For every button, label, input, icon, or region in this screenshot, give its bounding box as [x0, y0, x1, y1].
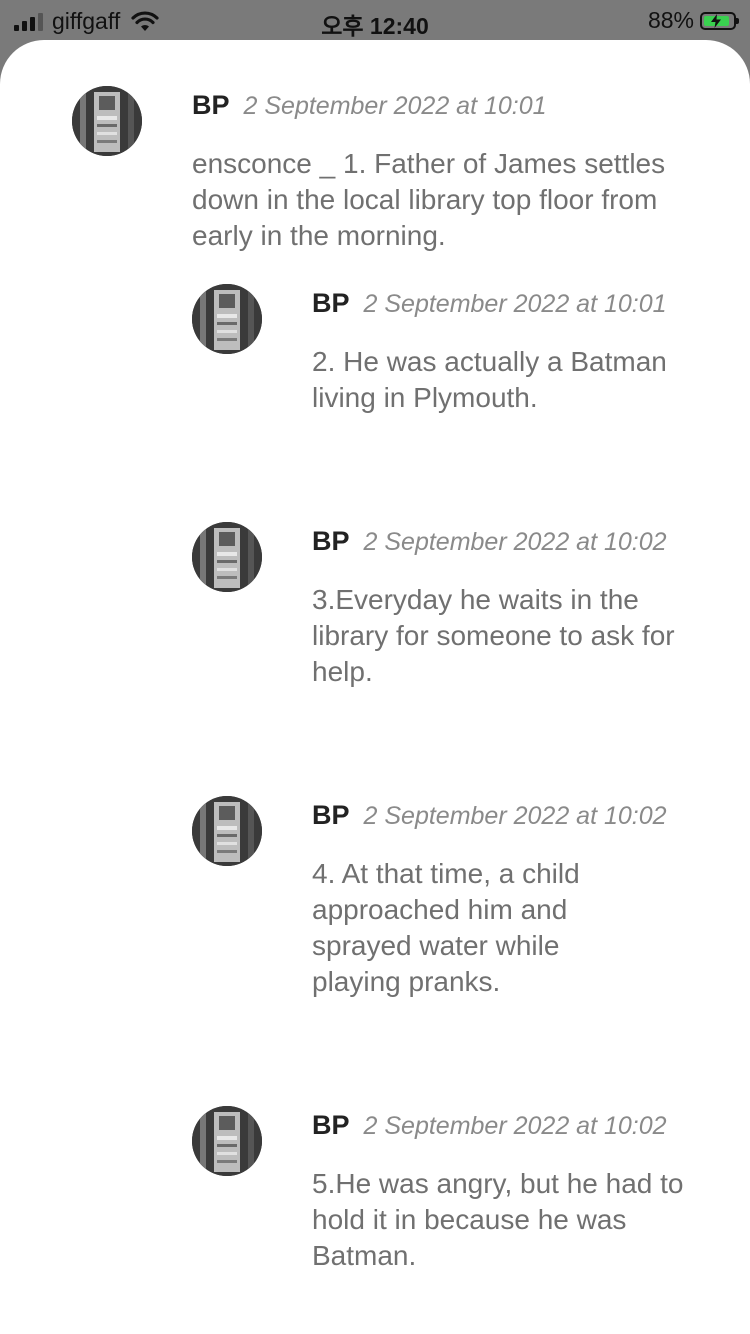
- comment-date: 2 September 2022 at 10:01: [363, 290, 667, 318]
- avatar-image: [192, 796, 262, 866]
- comment-author: BP: [312, 800, 350, 830]
- avatar-image: [72, 86, 142, 156]
- status-bar: giffgaff 오후 12:40 88%: [0, 0, 750, 42]
- comment-date: 2 September 2022 at 10:02: [363, 802, 667, 830]
- comment-text: 4. At that time, a child approached him …: [312, 858, 580, 997]
- status-time: 오후 12:40: [321, 13, 429, 39]
- avatar-image: [192, 522, 262, 592]
- comment-author: BP: [192, 90, 230, 120]
- comment-date: 2 September 2022 at 10:02: [363, 1112, 667, 1140]
- comment-date: 2 September 2022 at 10:02: [363, 528, 667, 556]
- comment-date: 2 September 2022 at 10:01: [243, 92, 547, 120]
- comment-text: ensconce _ 1. Father of James settles do…: [192, 148, 666, 251]
- avatar[interactable]: [192, 522, 262, 592]
- avatar[interactable]: [192, 284, 262, 354]
- battery-icon: [700, 11, 739, 30]
- charging-bolt-icon: [711, 13, 722, 28]
- avatar[interactable]: [192, 1106, 262, 1176]
- comments-sheet: BP 2 September 2022 at 10:01 ensconce _ 1…: [0, 40, 750, 1334]
- comment-text: 3.Everyday he waits in the library for s…: [312, 584, 675, 687]
- comment-author: BP: [312, 1110, 350, 1140]
- avatar-image: [192, 284, 262, 354]
- comment-text: 5.He was angry, but he had to hold it in…: [312, 1168, 684, 1271]
- avatar[interactable]: [192, 796, 262, 866]
- comment-author: BP: [312, 288, 350, 318]
- avatar-image: [192, 1106, 262, 1176]
- comment-text: 2. He was actually a Batman living in Pl…: [312, 346, 667, 413]
- avatar[interactable]: [72, 86, 142, 156]
- battery-percentage: 88%: [647, 7, 694, 33]
- comment-author: BP: [312, 526, 350, 556]
